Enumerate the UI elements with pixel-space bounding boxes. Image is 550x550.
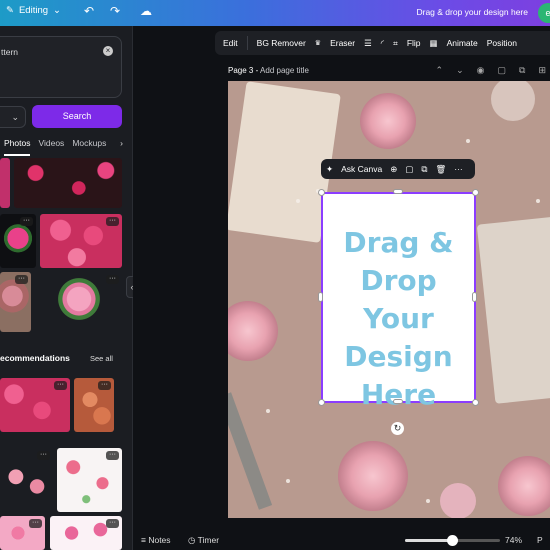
chevron-down-icon: ⌄ — [53, 5, 61, 16]
flip-button[interactable]: Flip — [407, 38, 421, 48]
editing-mode-button[interactable]: ✎ Editing ⌄ — [6, 5, 61, 16]
top-bar: ✎ Editing ⌄ ↶ ↷ ☁ Drag & drop your desig… — [0, 0, 550, 26]
search-input-value: ttern — [1, 47, 19, 57]
image-thumbnail[interactable]: ··· — [0, 448, 53, 512]
see-all-link[interactable]: See all — [90, 354, 113, 363]
drag-drop-hint: Drag & drop your design here — [416, 7, 528, 17]
more-options-icon[interactable]: ··· — [37, 451, 50, 460]
duplicate-icon[interactable]: ⧉ — [421, 164, 427, 175]
more-options-icon[interactable]: ··· — [98, 381, 111, 390]
avatar[interactable]: e — [538, 3, 550, 23]
page-title-input[interactable]: Add page title — [260, 66, 309, 75]
more-options-icon[interactable]: ··· — [54, 381, 67, 390]
rotate-handle[interactable]: ↻ — [391, 422, 404, 435]
position-button[interactable]: Position — [487, 38, 517, 48]
comment-add-icon[interactable]: ⊕ — [390, 164, 397, 175]
frame-text[interactable]: Drag & Drop Your Design Here — [323, 224, 474, 414]
chevron-down-icon: ⌄ — [11, 112, 19, 122]
more-options-icon[interactable]: ··· — [454, 164, 463, 174]
resize-handle[interactable] — [318, 292, 323, 302]
page-label: Page 3 - — [228, 66, 259, 75]
clear-icon[interactable]: × — [103, 46, 113, 56]
notes-button[interactable]: ≡ Notes — [141, 535, 171, 545]
zoom-value[interactable]: 74% — [505, 535, 522, 545]
page-actions: ⌃ ⌄ ◉ ▢ ⧉ ⊞ — [436, 65, 546, 76]
crown-icon: ♛ — [314, 40, 322, 47]
lock-icon[interactable]: ▢ — [498, 65, 507, 76]
page-header: Page 3 - Add page title — [228, 66, 309, 75]
trash-icon[interactable]: 🗑 — [435, 164, 446, 175]
image-thumbnail[interactable]: ··· — [40, 214, 122, 268]
design-placeholder-frame[interactable]: Drag & Drop Your Design Here — [321, 192, 476, 411]
image-thumbnail[interactable] — [0, 158, 10, 208]
media-tabs: Photos Videos Mockups › — [0, 138, 132, 156]
resize-handle[interactable] — [393, 399, 403, 404]
more-options-icon[interactable]: ··· — [29, 519, 42, 528]
image-thumbnail[interactable]: ··· — [0, 378, 70, 432]
resize-handle[interactable] — [472, 399, 479, 406]
chevron-right-icon[interactable]: › — [120, 138, 123, 148]
context-toolbar: Edit BG Remover ♛ Eraser ☰ ◜ ⌗ Flip ▦ An… — [215, 31, 550, 55]
divider — [246, 36, 248, 50]
duplicate-icon[interactable]: ⧉ — [519, 65, 525, 76]
cloud-sync-icon[interactable]: ☁ — [140, 4, 152, 18]
search-input[interactable]: ttern × — [0, 36, 122, 98]
notes-label: Notes — [148, 535, 171, 545]
zoom-slider-fill — [405, 539, 453, 542]
magic-icon: ✦ — [326, 163, 334, 174]
transparency-icon[interactable]: ▦ — [430, 38, 438, 49]
element-context-menu: ✦ Ask Canva ⊕ ▢ ⧉ 🗑 ··· — [321, 159, 475, 179]
chevron-up-icon[interactable]: ⌃ — [436, 65, 444, 76]
bg-remover-button[interactable]: BG Remover — [257, 38, 306, 48]
image-thumbnail[interactable]: ··· — [74, 378, 114, 432]
filter-dropdown[interactable]: ⌄ — [0, 106, 26, 128]
eraser-button[interactable]: Eraser — [330, 38, 355, 48]
timer-icon: ◷ — [188, 535, 198, 545]
resize-handle[interactable] — [393, 189, 403, 194]
image-thumbnail[interactable] — [14, 158, 122, 208]
edit-button[interactable]: Edit — [223, 38, 238, 48]
tab-photos[interactable]: Photos — [4, 138, 31, 156]
image-thumbnail[interactable]: ··· — [0, 214, 36, 268]
bottom-bar: ≡ Notes ◷ Timer 74% P — [133, 528, 550, 550]
animate-button[interactable]: Animate — [447, 38, 478, 48]
pencil-icon: ✎ — [6, 5, 14, 16]
undo-icon[interactable]: ↶ — [84, 4, 94, 18]
image-thumbnail[interactable]: ··· — [57, 448, 122, 512]
tab-mockups[interactable]: Mockups — [72, 138, 106, 156]
image-thumbnail[interactable]: ··· — [50, 516, 122, 550]
timer-button[interactable]: ◷ Timer — [188, 535, 219, 546]
tab-videos[interactable]: Videos — [38, 138, 64, 156]
image-thumbnail[interactable]: ··· — [0, 272, 31, 332]
left-panel: ttern × ⌄ Search Photos Videos Mockups ›… — [0, 26, 133, 550]
add-page-icon[interactable]: ⊞ — [538, 65, 546, 76]
resize-handle[interactable] — [472, 189, 479, 196]
redo-icon[interactable]: ↷ — [110, 4, 120, 18]
lock-icon[interactable]: ▢ — [405, 164, 413, 175]
more-options-icon[interactable]: ··· — [106, 451, 119, 460]
zoom-slider-knob[interactable] — [447, 535, 458, 546]
resize-handle[interactable] — [472, 292, 477, 302]
menu-lines-icon[interactable]: ☰ — [364, 38, 372, 49]
more-options-icon[interactable]: ··· — [106, 217, 119, 226]
timer-label: Timer — [197, 535, 220, 545]
corner-rounding-icon[interactable]: ◜ — [381, 38, 384, 49]
hide-icon[interactable]: ◉ — [477, 65, 485, 76]
more-options-icon[interactable]: ··· — [106, 275, 119, 284]
chevron-down-icon[interactable]: ⌄ — [456, 65, 464, 76]
ask-canva-button[interactable]: Ask Canva — [341, 164, 382, 174]
editing-label: Editing — [18, 5, 49, 16]
image-thumbnail[interactable]: ··· — [0, 516, 45, 550]
image-thumbnail[interactable]: ··· — [36, 272, 122, 332]
page-count[interactable]: P — [537, 535, 543, 545]
more-options-icon[interactable]: ··· — [106, 519, 119, 528]
more-options-icon[interactable]: ··· — [20, 217, 33, 226]
resize-handle[interactable] — [318, 189, 325, 196]
search-button[interactable]: Search — [32, 105, 122, 128]
zoom-slider[interactable] — [405, 535, 500, 546]
recommendations-title: ecommendations — [0, 353, 70, 363]
more-options-icon[interactable]: ··· — [15, 275, 28, 284]
resize-handle[interactable] — [318, 399, 325, 406]
crop-icon[interactable]: ⌗ — [393, 38, 398, 49]
